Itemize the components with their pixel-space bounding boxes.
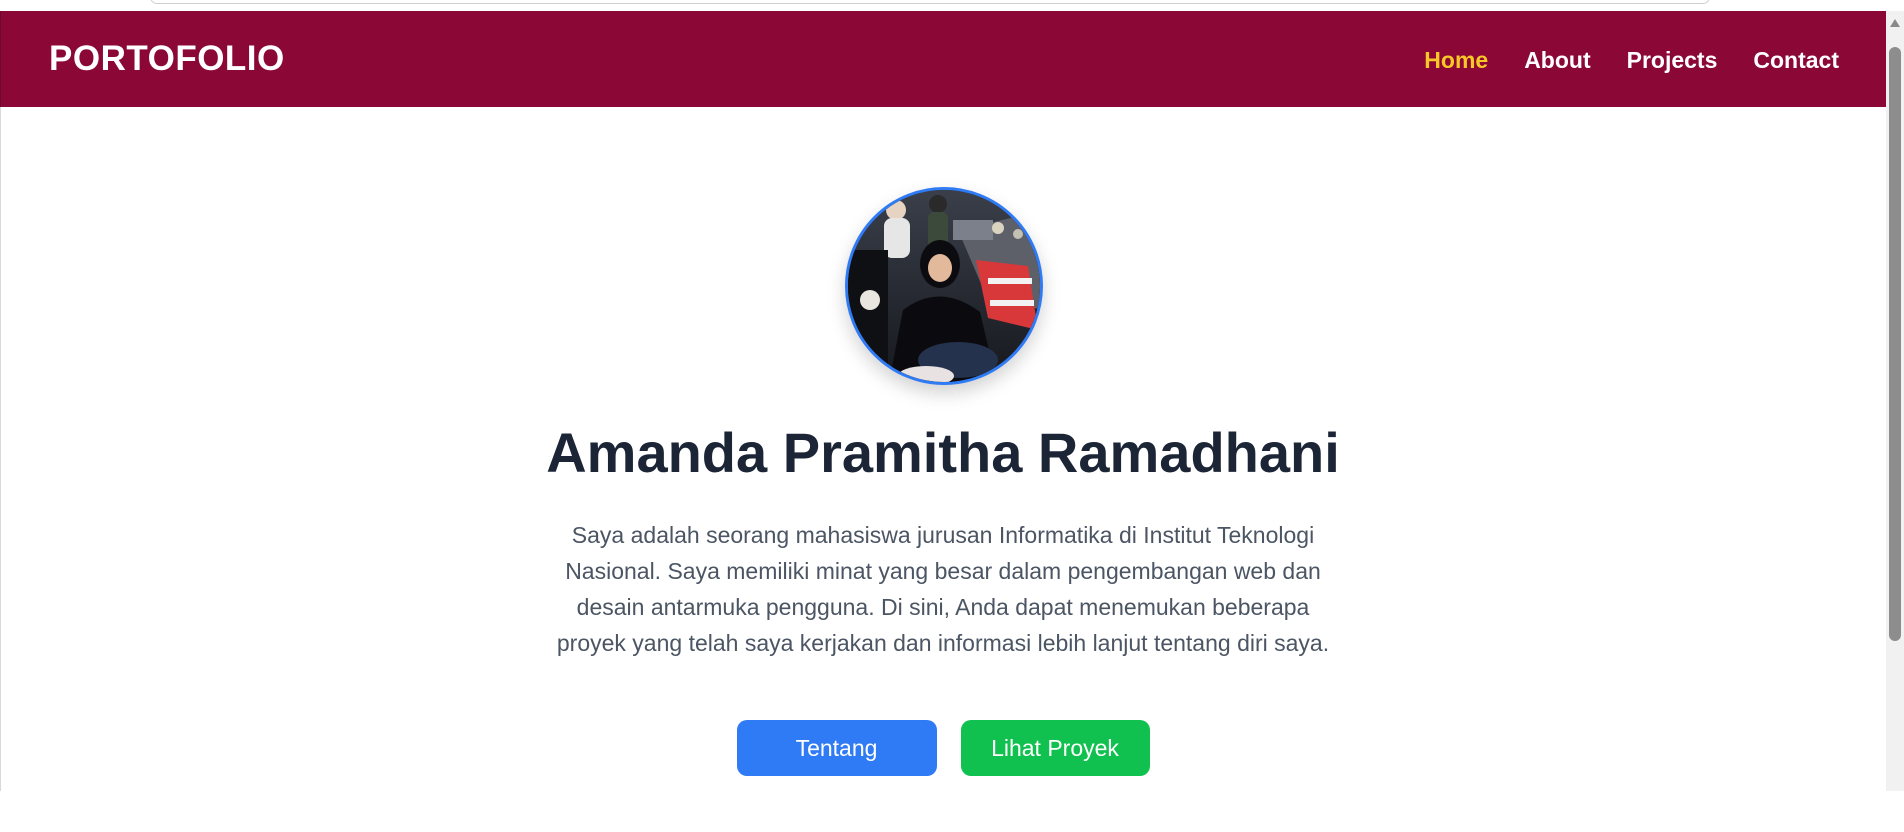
- hero-bio: Saya adalah seorang mahasiswa jurusan In…: [556, 522, 1330, 656]
- profile-photo: [845, 187, 1043, 385]
- hero-name: Amanda Pramitha Ramadhani: [546, 421, 1340, 484]
- scroll-up-arrow-icon[interactable]: [1890, 19, 1900, 27]
- profile-photo-image: [848, 190, 1040, 382]
- nav-link-home[interactable]: Home: [1424, 47, 1488, 73]
- address-bar-edge[interactable]: [150, 0, 1710, 4]
- nav-link-contact[interactable]: Contact: [1753, 47, 1839, 73]
- nav-links: Home About Projects Contact: [1424, 47, 1839, 73]
- navbar: PORTOFOLIO Home About Projects Contact: [0, 11, 1886, 107]
- nav-link-about[interactable]: About: [1524, 47, 1590, 73]
- hero-buttons: Tentang Saya Lihat Proyek: [0, 720, 1886, 817]
- about-me-button[interactable]: Tentang Saya: [736, 720, 937, 817]
- vertical-scrollbar[interactable]: [1886, 11, 1904, 791]
- scroll-thumb[interactable]: [1889, 47, 1901, 641]
- brand-logo[interactable]: PORTOFOLIO: [49, 39, 285, 79]
- view-projects-button[interactable]: Lihat Proyek: [960, 720, 1150, 776]
- nav-link-projects[interactable]: Projects: [1627, 47, 1718, 73]
